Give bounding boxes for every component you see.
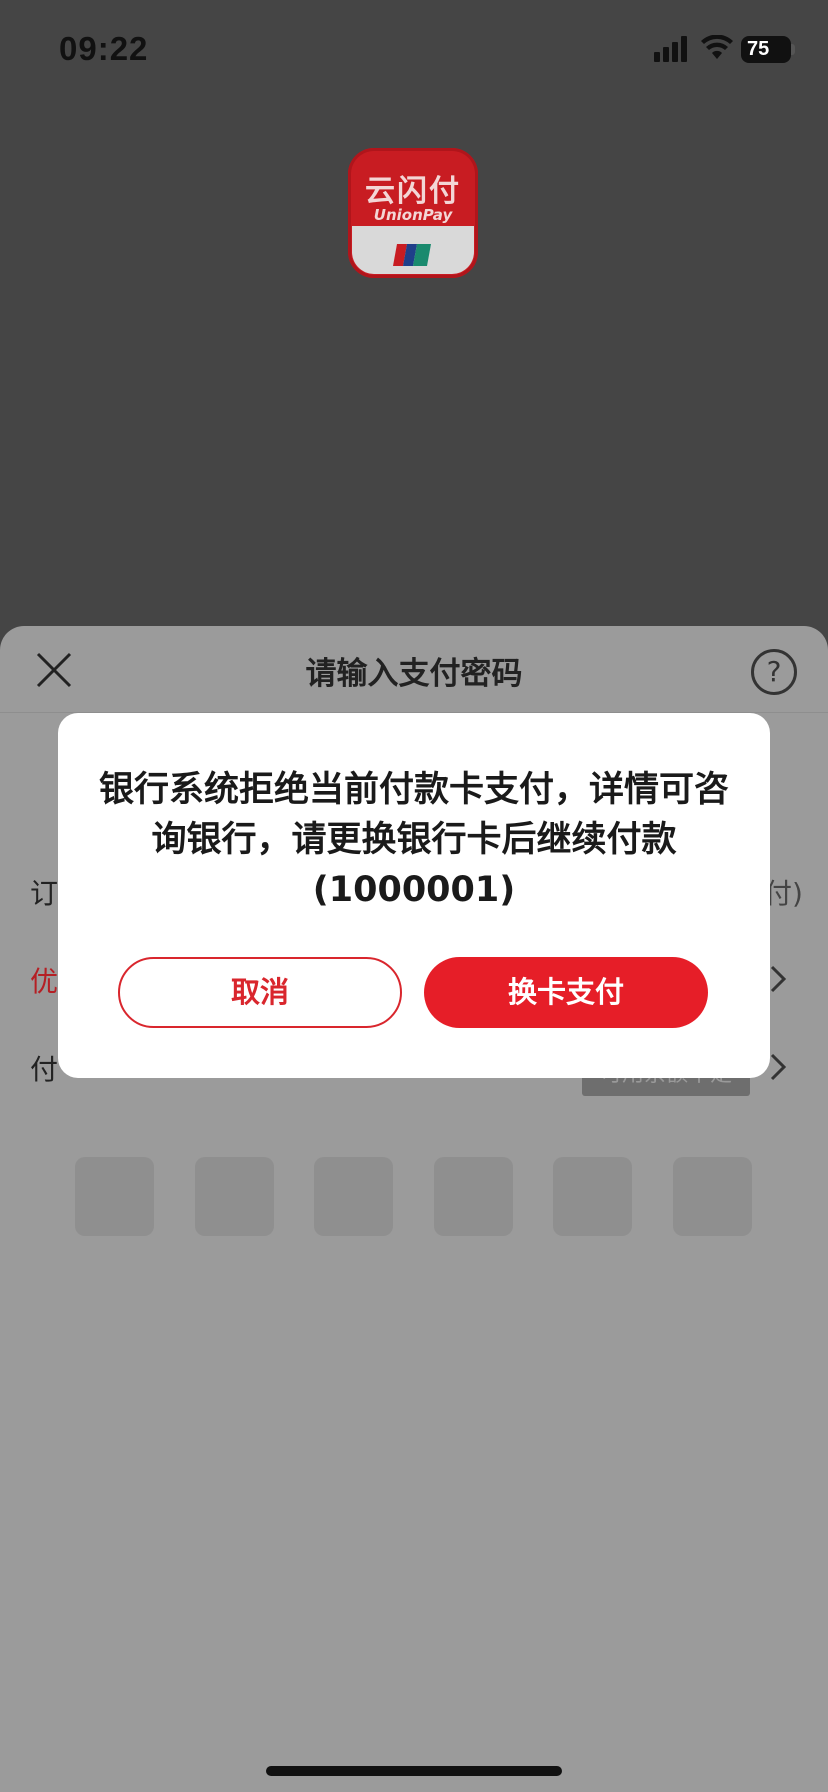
order-row-label: 订 xyxy=(30,877,59,910)
chevron-right-icon[interactable] xyxy=(768,964,788,994)
pin-input-box[interactable] xyxy=(553,1157,632,1236)
pin-input-box[interactable] xyxy=(314,1157,393,1236)
logo-text-cn: 云闪付 xyxy=(365,174,461,209)
sheet-title: 请输入支付密码 xyxy=(305,656,523,692)
pin-input-box[interactable] xyxy=(75,1157,154,1236)
home-indicator[interactable] xyxy=(266,1766,562,1776)
sheet-header: 请输入支付密码 ? xyxy=(0,626,828,713)
status-bar: 09:22 75 xyxy=(0,0,828,100)
status-time: 09:22 xyxy=(59,30,149,67)
bank-rejection-dialog: 银行系统拒绝当前付款卡支付，详情可咨询银行，请更换银行卡后继续付款(100000… xyxy=(58,713,770,1078)
payment-method-row-label[interactable]: 付 xyxy=(30,1048,58,1088)
discount-row-label[interactable]: 优 xyxy=(30,960,58,1000)
unionpay-mark-icon xyxy=(393,244,431,266)
help-icon[interactable]: ? xyxy=(751,649,797,695)
dialog-message: 银行系统拒绝当前付款卡支付，详情可咨询银行，请更换银行卡后继续付款(100000… xyxy=(98,770,729,910)
signal-icon xyxy=(654,36,687,62)
battery-tip xyxy=(791,44,795,55)
pin-input-box[interactable] xyxy=(434,1157,513,1236)
unionpay-app-logo: 云闪付 UnionPay xyxy=(348,148,478,278)
battery-icon: 75 xyxy=(741,36,791,63)
cancel-button[interactable]: 取消 xyxy=(118,957,402,1028)
change-card-button[interactable]: 换卡支付 xyxy=(424,957,708,1028)
wifi-icon xyxy=(701,35,733,59)
pin-input-box[interactable] xyxy=(673,1157,752,1236)
logo-text-en: UnionPay xyxy=(373,206,453,224)
pin-input-box[interactable] xyxy=(195,1157,274,1236)
chevron-right-icon[interactable] xyxy=(768,1052,788,1082)
